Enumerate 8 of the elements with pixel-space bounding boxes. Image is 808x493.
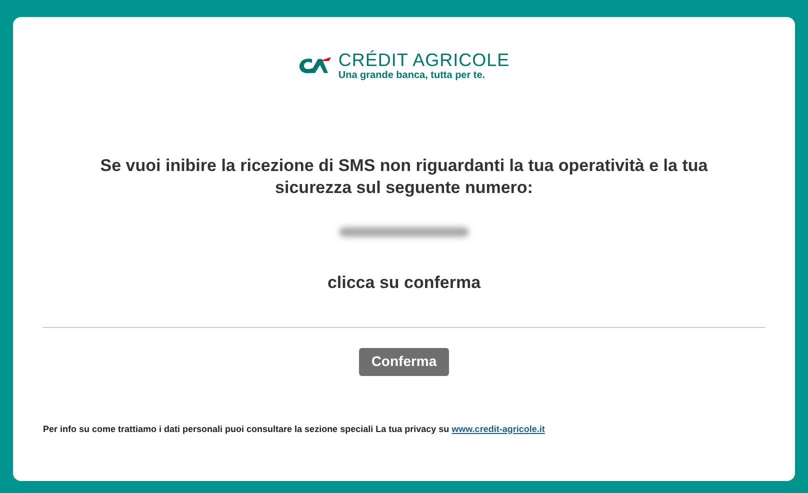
- confirm-button[interactable]: Conferma: [359, 348, 449, 376]
- privacy-text: Per info su come trattiamo i dati personali puoi consultare la sezione speciali La tua privacy su www.credit-agricole.it: [43, 422, 545, 436]
- brand-name: CRÉDIT AGRICOLE: [338, 51, 510, 69]
- brand-tagline: Una grande banca, tutta per te.: [338, 71, 486, 81]
- message-text: Se vuoi inibire la ricezione di SMS non riguardanti la tua operatività e la tua sicurezza sul seguente numero:: [99, 155, 709, 199]
- logo-icon: [298, 56, 332, 76]
- privacy-link[interactable]: www.credit-agricole.it: [452, 424, 545, 434]
- instruction-text: clicca su conferma: [327, 272, 481, 294]
